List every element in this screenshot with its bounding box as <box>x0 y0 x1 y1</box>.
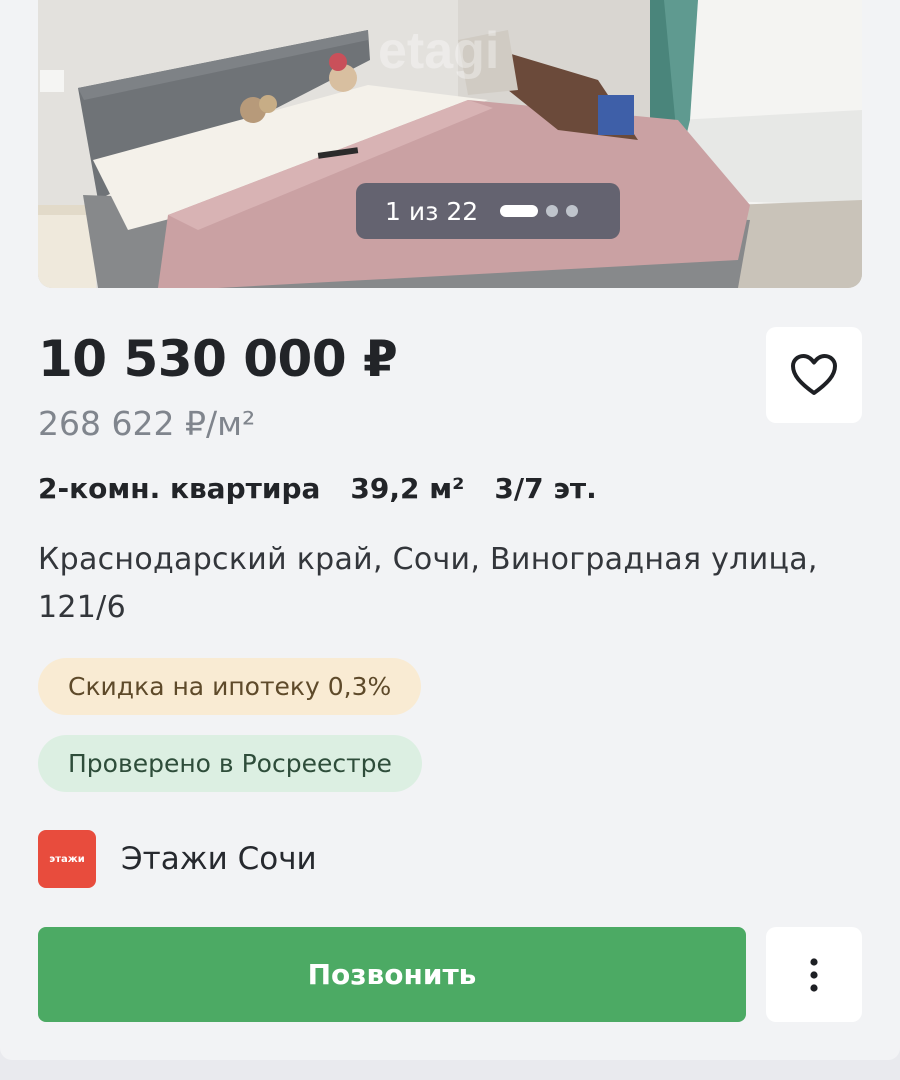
pagination-dots <box>500 205 586 217</box>
listing-specs: 2-комн. квартира 39,2 м² 3/7 эт. <box>38 472 627 505</box>
pagination-dot <box>566 205 579 217</box>
vertical-dots-icon <box>810 957 818 992</box>
watermark-text: etagi <box>378 22 499 80</box>
call-button[interactable]: Позвонить <box>38 927 746 1022</box>
spec-floor: 3/7 эт. <box>494 472 597 505</box>
photo-counter-text: 1 из 22 <box>385 196 479 226</box>
verified-rosreestr-tag: Проверено в Росреестре <box>38 735 422 792</box>
price-per-m2: 268 622 ₽/м² <box>38 404 256 443</box>
photo-counter: 1 из 22 <box>356 183 620 239</box>
agency-logo-text: этажи <box>49 853 85 865</box>
price: 10 530 000 ₽ <box>38 330 398 388</box>
agency-link[interactable]: этажи Этажи Сочи <box>38 830 317 888</box>
more-options-button[interactable] <box>766 927 862 1022</box>
pagination-dot <box>546 205 559 217</box>
bedroom-photo-image: etagi <box>38 0 862 288</box>
agency-name: Этажи Сочи <box>121 841 317 877</box>
listing-card[interactable]: etagi 1 из 22 10 530 000 ₽ 268 622 ₽/м² … <box>0 0 900 1060</box>
agency-logo: этажи <box>38 830 96 888</box>
listing-photo[interactable]: etagi 1 из 22 <box>38 0 862 288</box>
pagination-dot-active <box>500 205 539 217</box>
mortgage-discount-tag: Скидка на ипотеку 0,3% <box>38 658 422 715</box>
spec-rooms: 2-комн. квартира <box>38 472 321 505</box>
favorite-button[interactable] <box>766 327 862 423</box>
spec-area: 39,2 м² <box>350 472 465 505</box>
heart-outline-icon <box>791 354 837 395</box>
address: Краснодарский край, Сочи, Виноградная ул… <box>38 542 818 625</box>
